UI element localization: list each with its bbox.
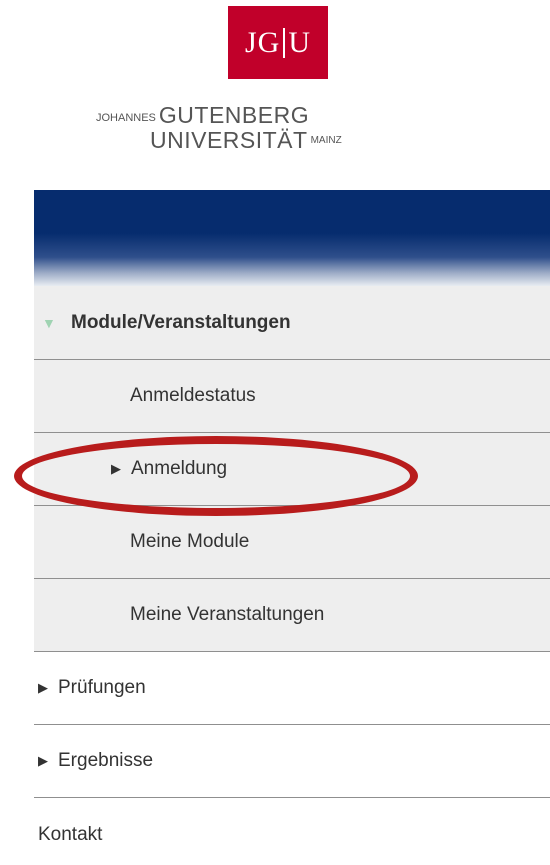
university-logo[interactable]: JG U [228, 6, 328, 79]
menu-item-meine-veranstaltungen[interactable]: Meine Veranstaltungen [34, 579, 550, 652]
university-name-universitaet: UNIVERSITÄT [150, 127, 308, 153]
university-name-line1: JOHANNES GUTENBERG [96, 102, 309, 129]
sidebar-menu: ▼ Module/Veranstaltungen Anmeldestatus ▶… [34, 286, 550, 865]
menu-item-ergebnisse[interactable]: ▶ Ergebnisse [34, 725, 550, 798]
menu-item-anmeldung[interactable]: ▶ Anmeldung [34, 433, 550, 506]
menu-item-label: Kontakt [38, 823, 103, 845]
university-name-prefix: JOHANNES [96, 112, 156, 124]
menu-item-kontakt[interactable]: Kontakt [34, 798, 550, 865]
logo-mark-left: JG [244, 25, 281, 59]
university-name-main: GUTENBERG [158, 102, 310, 128]
menu-item-label: Meine Veranstaltungen [130, 604, 325, 625]
university-name-line2: UNIVERSITÄT MAINZ [150, 127, 342, 154]
triangle-right-icon: ▶ [38, 680, 48, 695]
page: JG U JOHANNES GUTENBERG UNIVERSITÄT MAINZ … [0, 0, 550, 865]
menu-item-meine-module[interactable]: Meine Module [34, 506, 550, 579]
menu-item-pruefungen[interactable]: ▶ Prüfungen [34, 652, 550, 725]
menu-item-anmeldestatus[interactable]: Anmeldestatus [34, 360, 550, 433]
logo-mark-right: U [288, 25, 311, 59]
menu-item-label: Anmeldestatus [130, 385, 256, 406]
header-banner [34, 190, 550, 286]
logo-divider [283, 27, 286, 58]
menu-item-label: Prüfungen [58, 677, 146, 698]
triangle-down-icon: ▼ [42, 314, 56, 331]
logo-mark: JG U [245, 26, 311, 60]
menu-section-label: Module/Veranstaltungen [71, 311, 291, 333]
menu-item-label: Anmeldung [131, 458, 228, 479]
menu-item-label: Meine Module [130, 531, 250, 552]
triangle-right-icon: ▶ [38, 753, 48, 768]
menu-section-module-veranstaltungen[interactable]: ▼ Module/Veranstaltungen [34, 286, 550, 360]
university-name-suffix: MAINZ [310, 135, 342, 146]
triangle-right-icon: ▶ [111, 461, 121, 476]
menu-item-label: Ergebnisse [58, 750, 154, 771]
